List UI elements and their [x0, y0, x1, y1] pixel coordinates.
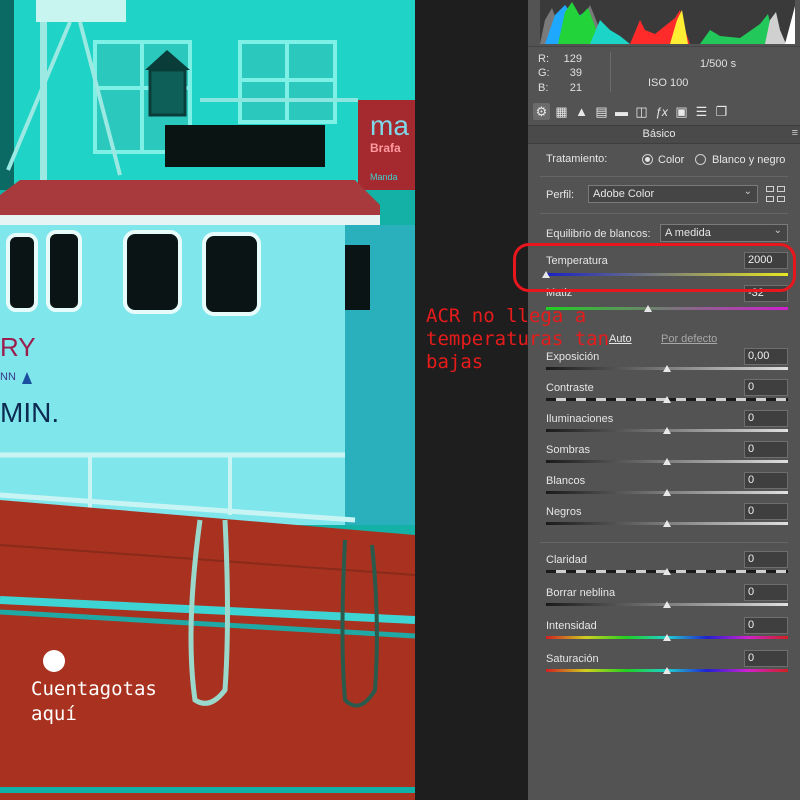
blacks-label: Negros [546, 506, 582, 518]
r-value: 129 [563, 53, 582, 65]
shadows-slider-thumb[interactable] [663, 458, 671, 465]
clarity-slider-thumb[interactable] [663, 568, 671, 575]
hull-text-3: MIN. [0, 397, 59, 428]
acr-panel: R: 129 G: 39 B: 21 1/500 s ISO 100 ⚙ ▦ ▲ ▤ ▬ ◫ ƒx… [528, 0, 800, 800]
default-link[interactable]: Por defecto [661, 333, 717, 345]
readout-divider [610, 52, 611, 92]
readout-g: G: 39 [538, 67, 598, 79]
dehaze-label: Borrar neblina [546, 587, 616, 599]
white-balance-label: Equilibrio de blancos: [546, 228, 651, 240]
treatment-color-radio[interactable] [642, 154, 653, 165]
tone-curve-grid-icon[interactable]: ▦ [553, 103, 570, 120]
readout-b: B: 21 [538, 82, 598, 94]
contrast-input[interactable]: 0 [744, 379, 788, 396]
panel-tabs: ⚙ ▦ ▲ ▤ ▬ ◫ ƒx ▣ ☰ ❐ [528, 100, 800, 124]
readout-r: R: 129 [538, 53, 598, 65]
dehaze-slider-thumb[interactable] [663, 601, 671, 608]
chevron-down-icon: ⌄ [743, 186, 752, 197]
shadows-label: Sombras [546, 444, 591, 456]
whites-input[interactable]: 0 [744, 472, 788, 489]
shadows-input[interactable]: 0 [744, 441, 788, 458]
profile-dropdown[interactable]: Adobe Color ⌄ [588, 185, 758, 203]
sign-text: ma [370, 110, 409, 141]
workspace-gap [415, 0, 528, 800]
split-tone-icon[interactable]: ▬ [613, 103, 630, 120]
saturation-label: Saturación [546, 653, 599, 665]
highlights-slider-thumb[interactable] [663, 427, 671, 434]
auto-link[interactable]: Auto [609, 333, 632, 345]
aperture-icon[interactable]: ⚙ [533, 103, 550, 120]
b-label: B: [538, 82, 549, 94]
mountain-detail-icon[interactable]: ▲ [573, 103, 590, 120]
section-title: Básico [642, 128, 676, 140]
exposure-input[interactable]: 0,00 [744, 348, 788, 365]
divider [540, 213, 788, 214]
eyedropper-note: Cuentagotas aquí [31, 678, 157, 725]
divider [540, 542, 788, 543]
sign-subtext: Brafa [370, 141, 401, 155]
lens-icon[interactable]: ◫ [633, 103, 650, 120]
dehaze-input[interactable]: 0 [744, 584, 788, 601]
histogram [540, 0, 795, 44]
profile-label: Perfil: [546, 189, 575, 201]
eyedropper-marker [43, 650, 65, 672]
shutter-speed: 1/500 s [700, 58, 737, 70]
hull-text-2: NN [0, 371, 16, 383]
fx-icon[interactable]: ƒx [653, 103, 670, 120]
profile-value: Adobe Color [593, 188, 655, 200]
b-value: 21 [569, 82, 582, 94]
tint-track[interactable] [546, 307, 788, 310]
sliders-icon[interactable]: ☰ [693, 103, 710, 120]
profile-browser-grid-icon[interactable] [766, 186, 786, 204]
tint-slider-thumb[interactable] [643, 305, 652, 312]
treatment-label: Tratamiento: [546, 153, 608, 165]
saturation-slider-thumb[interactable] [663, 667, 671, 674]
chevron-down-icon: ⌄ [773, 225, 782, 236]
highlights-label: Iluminaciones [546, 413, 614, 425]
exposure-label: Exposición [546, 351, 600, 363]
readout-area: R: 129 G: 39 B: 21 [528, 46, 800, 99]
clarity-label: Claridad [546, 554, 587, 566]
sign-small-text: Manda [370, 172, 398, 182]
contrast-label: Contraste [546, 382, 594, 394]
iso-value: ISO 100 [648, 77, 689, 89]
hsl-icon[interactable]: ▤ [593, 103, 610, 120]
camera-calibration-icon[interactable]: ▣ [673, 103, 690, 120]
white-balance-value: A medida [665, 227, 711, 239]
treatment-bw-radio[interactable] [695, 154, 706, 165]
r-label: R: [538, 53, 549, 65]
tint-input[interactable]: -32 [744, 285, 788, 302]
saturation-input[interactable]: 0 [744, 650, 788, 667]
tint-label: Matiz [546, 287, 573, 299]
panel-menu-icon[interactable]: ≡ [792, 127, 798, 139]
temperature-input[interactable]: 2000 [744, 252, 788, 269]
treatment-bw-label[interactable]: Blanco y negro [712, 154, 785, 166]
vibrance-slider-thumb[interactable] [663, 634, 671, 641]
clarity-input[interactable]: 0 [744, 551, 788, 568]
presets-icon[interactable]: ❐ [713, 103, 730, 120]
blacks-input[interactable]: 0 [744, 503, 788, 520]
treatment-color-label[interactable]: Color [658, 154, 684, 166]
vibrance-input[interactable]: 0 [744, 617, 788, 634]
whites-slider-thumb[interactable] [663, 489, 671, 496]
divider [540, 176, 788, 177]
exposure-slider-thumb[interactable] [663, 365, 671, 372]
temperature-track[interactable] [546, 273, 788, 276]
temperature-slider-thumb[interactable] [542, 271, 550, 278]
g-value: 39 [569, 67, 582, 79]
white-balance-dropdown[interactable]: A medida ⌄ [660, 224, 788, 242]
highlights-input[interactable]: 0 [744, 410, 788, 427]
blacks-slider-thumb[interactable] [663, 520, 671, 527]
temperature-label: Temperatura [546, 255, 608, 267]
section-header: Básico ≡ [528, 125, 800, 144]
whites-label: Blancos [546, 475, 586, 487]
contrast-slider-thumb[interactable] [663, 396, 671, 403]
vibrance-label: Intensidad [546, 620, 597, 632]
hull-text-1: RY [0, 332, 36, 362]
g-label: G: [538, 67, 550, 79]
